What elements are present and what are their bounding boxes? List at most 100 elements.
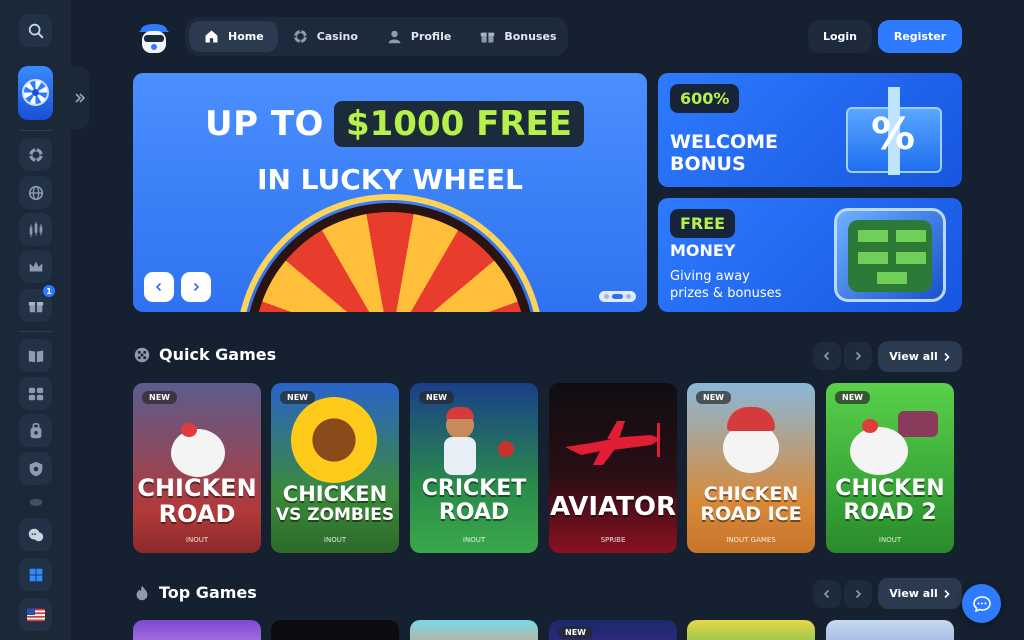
sidebar-item-slots[interactable] (19, 377, 52, 410)
hero-banner[interactable]: UP TO $1000 FREE IN LUCKY WHEEL (133, 73, 647, 312)
section-title-text: Quick Games (159, 345, 277, 364)
poker-chip-icon (28, 147, 43, 162)
promo-welcome-bonus[interactable]: % 600% WELCOME BONUS (658, 73, 962, 187)
game-title-line1: CRICKET (421, 476, 527, 501)
promo-free-money[interactable]: FREE MONEY Giving away prizes & bonuses (658, 198, 962, 312)
carousel-dot[interactable] (604, 294, 609, 299)
top-game-card[interactable]: NEW (549, 620, 677, 640)
game-provider: INOUT GAMES (726, 536, 776, 544)
quick-games-prev-button[interactable] (813, 342, 841, 370)
top-games-next-button[interactable] (844, 580, 872, 608)
sidebar-item-more[interactable] (19, 494, 52, 510)
top-games-view-all[interactable]: View all (878, 578, 962, 609)
hero-prev-button[interactable] (144, 272, 174, 302)
promo-title-line1: MONEY (670, 241, 736, 260)
cricket-ball (498, 441, 514, 457)
cricketer-cap (446, 407, 474, 419)
top-game-card[interactable] (687, 620, 815, 640)
new-badge: NEW (696, 391, 731, 404)
sidebar-item-bonuses[interactable]: 1 (19, 285, 55, 322)
gift-icon (28, 301, 43, 312)
sidebar-expand-button[interactable] (71, 66, 89, 129)
chicken-comb (181, 423, 197, 437)
car-graphic (898, 411, 938, 437)
view-all-label: View all (889, 587, 938, 600)
carousel-dot-active[interactable] (612, 294, 623, 299)
top-game-card[interactable] (410, 620, 538, 640)
game-card-chicken-road-ice[interactable]: NEW CHICKEN ROAD ICE INOUT GAMES (687, 383, 815, 553)
sidebar-item-casino[interactable] (19, 138, 52, 171)
nav-profile[interactable]: Profile (372, 21, 465, 52)
chat-icon (972, 595, 991, 612)
mascot-logo-icon (139, 24, 169, 53)
quick-games-next-button[interactable] (844, 342, 872, 370)
nav-bonuses[interactable]: Bonuses (465, 21, 570, 52)
cricketer-body (444, 437, 476, 475)
game-title-line2: ROAD ICE (700, 503, 802, 525)
sidebar-item-guides[interactable] (19, 339, 52, 372)
sidebar-item-security[interactable] (19, 452, 52, 485)
site-logo[interactable] (136, 18, 172, 56)
sidebar-item-vip[interactable] (19, 250, 52, 283)
game-card-chicken-road-2[interactable]: NEW CHICKEN ROAD 2 INOUT (826, 383, 954, 553)
carousel-pagination[interactable] (599, 291, 636, 302)
section-title-text: Top Games (159, 583, 257, 602)
game-title-line2: ROAD (158, 500, 236, 528)
carousel-dot[interactable] (626, 294, 631, 299)
hero-next-button[interactable] (181, 272, 211, 302)
chip-icon (293, 29, 307, 44)
game-provider: INOUT (185, 536, 209, 544)
promo-chip: 600% (670, 84, 740, 113)
top-games-prev-button[interactable] (813, 580, 841, 608)
promo-title-line1: WELCOME (670, 131, 779, 153)
game-provider: INOUT (462, 536, 486, 544)
game-title-line1: CHICKEN (137, 474, 257, 502)
game-card-chicken-road[interactable]: NEW CHICKEN ROAD INOUT (133, 383, 261, 553)
game-card-chicken-vs-zombies[interactable]: NEW CHICKEN VS ZOMBIES INOUT (271, 383, 399, 553)
top-game-card[interactable] (271, 620, 399, 640)
sidebar-item-community[interactable] (19, 518, 52, 551)
search-icon (28, 23, 43, 38)
book-icon (28, 350, 43, 362)
chevron-left-icon (155, 282, 162, 292)
sidebar-item-download-app[interactable] (19, 558, 52, 591)
chevron-right-icon (855, 351, 862, 361)
quick-games-view-all[interactable]: View all (878, 341, 962, 372)
game-card-aviator[interactable]: AVIATOR SPRIBE (549, 383, 677, 553)
game-title-line2: ROAD (438, 500, 510, 525)
new-badge: NEW (142, 391, 177, 404)
sidebar-item-sports[interactable] (19, 176, 52, 209)
nav-casino[interactable]: Casino (278, 21, 372, 52)
promo-desc-line2: prizes & bonuses (670, 286, 782, 301)
live-chat-button[interactable] (962, 584, 1001, 623)
new-badge: NEW (280, 391, 315, 404)
section-title-top-games: Top Games (133, 583, 257, 602)
nav-home-label: Home (228, 30, 264, 43)
game-title-line1: CHICKEN (703, 483, 799, 505)
chevron-right-icon (944, 352, 950, 361)
bag-icon (30, 422, 41, 438)
fire-icon (136, 585, 148, 600)
chevron-right-icon (193, 282, 200, 292)
airplane-icon (565, 421, 661, 465)
lucky-wheel-promo-tile[interactable] (18, 66, 53, 120)
nav-home[interactable]: Home (189, 21, 278, 52)
login-button[interactable]: Login (808, 20, 872, 53)
search-button[interactable] (19, 14, 52, 47)
game-title-line2: VS ZOMBIES (275, 505, 395, 525)
gift-icon (481, 32, 495, 43)
nav-profile-label: Profile (410, 30, 452, 43)
language-selector[interactable] (19, 598, 52, 631)
top-game-card[interactable] (826, 620, 954, 640)
sidebar-divider (19, 331, 52, 332)
sidebar-item-wallet[interactable] (19, 414, 52, 447)
lucky-wheel-graphic (245, 203, 535, 312)
game-provider: INOUT (323, 536, 347, 544)
sidebar-item-trading[interactable] (19, 213, 52, 246)
slots-icon (28, 387, 43, 400)
game-card-cricket-road[interactable]: NEW CRICKET ROAD INOUT (410, 383, 538, 553)
top-game-card[interactable] (133, 620, 261, 640)
register-button[interactable]: Register (878, 20, 962, 53)
sunflower-character (291, 397, 377, 483)
left-sidebar: 1 (0, 0, 71, 640)
